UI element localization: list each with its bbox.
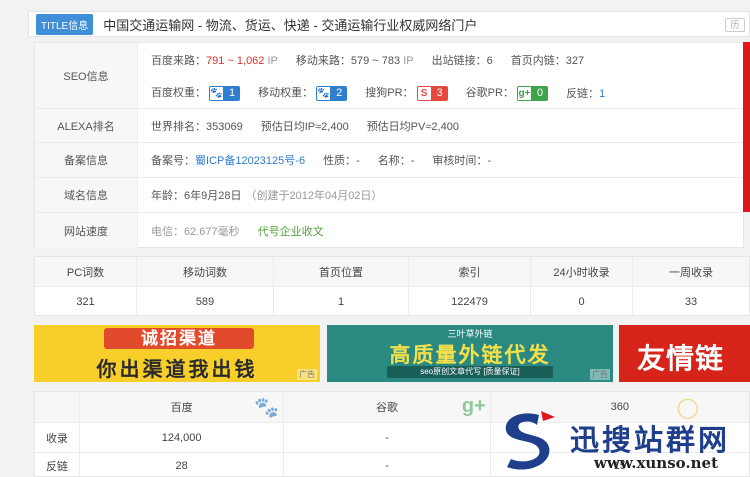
seo-traffic-line: 百度来路：791 ~ 1,062 IP 移动来路：579 ~ 783 IP 出站… [151,43,584,76]
watermark-text: 迅搜站群网 [570,423,731,457]
speed-content: 电信：62.677毫秒 代号企业收文 [151,213,324,248]
seo-weight-line: 百度权重： 🐾 1 移动权重： 🐾 2 搜狗PR： S 3 谷歌PR： g+ 0 反链：1 [151,76,605,109]
baidu-traffic: 百度来路：791 ~ 1,062 IP [151,54,278,67]
stats-cell: 0 [531,287,633,316]
ad-tag: 诚招渠道 [104,328,254,349]
paw-icon: 🐾 [254,397,280,419]
stats-header-cell: PC词数 [35,257,137,286]
stats-cell: 1 [274,287,409,316]
ad-headline: 高质量外链代发 [389,344,551,367]
alexa-label: ALEXA排名 [35,109,138,142]
ad-subline: seo原创文章代写 [质量保证] [387,366,553,378]
beian-nature: 性质：- [323,155,360,167]
domain-age: 年龄：6年9月28日 [151,190,242,202]
beian-link[interactable]: 蜀ICP备12023125号-6 [195,155,305,167]
homepage-links: 首页内链：327 [510,54,585,67]
engine-header-google: 谷歌 g+ [284,392,491,422]
stats-cell: 33 [684,295,698,308]
alexa-content: 世界排名：353069 预估日均IP≈2,400 预估日均PV≈2,400 [151,109,459,142]
engine-cell: - [284,453,491,477]
title-tag: TITLE信息 [36,13,94,35]
daily-ip: 预估日均IP≈2,400 [260,120,349,133]
ad-banner-channel[interactable]: 诚招渠道 你出渠道我出钱 广告 [34,325,320,382]
domain-row: 域名信息 年龄：6年9月28日 （创建于2012年04月02日） [35,178,743,213]
mobile-weight[interactable]: 移动权重： 🐾 2 [258,84,348,101]
beian-name: 名称：- [377,155,415,167]
daily-pv: 预估日均PV≈2,400 [366,120,459,133]
beian-number: 备案号：蜀ICP备12023125号-6 [151,155,306,167]
stats-cell: 122479 [409,287,531,316]
alexa-row: ALEXA排名 世界排名：353069 预估日均IP≈2,400 预估日均PV≈… [35,109,743,143]
xunso-logo-icon [505,411,555,470]
ad-banner-friendlink[interactable]: 友情链 [619,325,750,382]
mobile-traffic: 移动来路：579 ~ 783 IP [295,54,414,67]
baidu-weight[interactable]: 百度权重： 🐾 1 [151,84,241,101]
domain-content: 年龄：6年9月28日 （创建于2012年04月02日） [151,178,382,212]
ad-marker: 广告 [590,369,610,380]
domain-label: 域名信息 [35,178,138,212]
ad-banner-backlinks[interactable]: 三叶草外链 高质量外链代发 seo原创文章代写 [质量保证] 广告 [327,325,613,382]
page-title[interactable]: 中国交通运输网 - 物流、货运、快递 - 交通运输行业权威网络门户 [103,15,477,34]
domain-created: （创建于2012年04月02日） [245,190,383,202]
sogou-icon: S [416,85,432,101]
proxy-link[interactable]: 代号企业收文 [258,223,324,239]
seo-row: SEO信息 百度来路：791 ~ 1,062 IP 移动来路：579 ~ 783… [35,43,743,109]
ad-headline: 友情链 [637,343,725,374]
history-icon[interactable]: 历 [725,18,745,32]
stats-cell: 321 [35,287,137,316]
backlinks[interactable]: 反链：1 [566,85,605,101]
beian-time: 审核时间：- [432,155,492,167]
stats-cell: 589 [137,287,274,316]
stats-table: PC词数 移动词数 首页位置 索引 24小时收录 一周收录 321 589 1 … [34,256,750,316]
google-plus-icon: g+ [516,85,532,101]
speed-row: 网站速度 电信：62.677毫秒 代号企业收文 [35,213,743,248]
seo-panel: SEO信息 百度来路：791 ~ 1,062 IP 移动来路：579 ~ 783… [34,42,744,248]
stats-header-cell: 24小时收录 [531,257,633,286]
stats-header: PC词数 移动词数 首页位置 索引 24小时收录 一周收录 [35,257,749,287]
beian-row: 备案信息 备案号：蜀ICP备12023125号-6 性质：- 名称：- 审核时间… [35,143,743,178]
speed-label: 网站速度 [35,213,138,248]
watermark-url: www.xunso.net [594,454,718,472]
seo-label: SEO信息 [35,43,138,108]
stats-header-cell: 移动词数 [137,257,274,286]
telecom-speed: 电信：62.677毫秒 [151,225,240,238]
paw-icon: 🐾 [209,85,224,101]
engine-cell: - [284,423,491,452]
paw-icon: 🐾 [316,85,332,101]
beian-content: 备案号：蜀ICP备12023125号-6 性质：- 名称：- 审核时间：- [151,143,491,177]
engine-header-baidu: 百度 🐾 [80,392,285,422]
google-pr[interactable]: 谷歌PR： g+ 0 [466,84,549,101]
title-bar: TITLE信息 中国交通运输网 - 物流、货运、快递 - 交通运输行业权威网络门… [28,11,750,37]
world-rank: 世界排名：353069 [151,120,243,133]
ad-headline: 你出渠道我出钱 [96,359,258,381]
engine-cell: 124,000 [80,423,285,452]
stats-header-cell: 一周收录 [669,266,713,279]
stats-header-cell: 索引 [409,257,531,286]
ad-marker: 广告 [297,369,317,380]
stats-header-cell: 首页位置 [274,257,409,286]
google-plus-icon: g+ [461,395,486,417]
stats-row: 321 589 1 122479 0 33 [35,287,749,316]
watermark: 迅搜站群网 www.xunso.net [490,405,748,475]
engine-header-cell [35,392,80,422]
row-label: 收录 [35,423,80,452]
sogou-pr[interactable]: 搜狗PR： S 3 [365,84,448,101]
beian-label: 备案信息 [35,143,138,177]
engine-cell: 28 [80,453,285,477]
row-label: 反链 [35,453,80,477]
outbound-links: 出站链接：6 [431,54,493,67]
side-stripe [743,42,750,212]
